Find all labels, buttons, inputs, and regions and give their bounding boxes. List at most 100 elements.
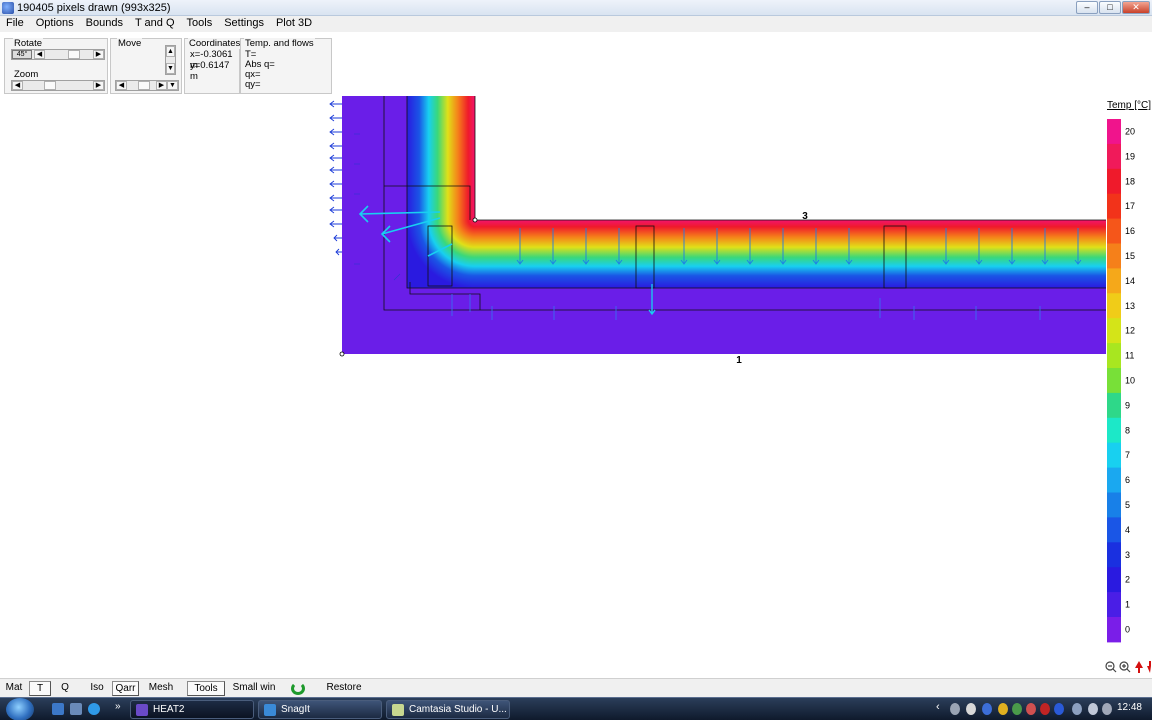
coordinates-group: Coordinates x=-0.3061 m y=0.6147 m (184, 38, 242, 94)
zoom-left-arrow[interactable]: ◀ (12, 81, 23, 90)
browser-icon[interactable] (88, 703, 100, 715)
legend-tick-label: 1 (1125, 600, 1130, 610)
move-horizontal-scrollbar[interactable]: ◀ ▶ ▼ (115, 80, 179, 91)
tray-icon-7[interactable] (1040, 703, 1050, 715)
view-tools[interactable] (1105, 661, 1151, 673)
move-down-small-arrow[interactable]: ▼ (167, 81, 178, 90)
task-heat2[interactable]: HEAT2 (130, 700, 254, 719)
legend-tick-label: 7 (1125, 450, 1130, 460)
menu-options[interactable]: Options (30, 16, 80, 32)
zoom-right-arrow[interactable]: ▶ (93, 81, 104, 90)
tray-icon-5[interactable] (1012, 703, 1022, 715)
mat-button[interactable]: Mat (2, 681, 26, 696)
move-up-arrow[interactable]: ▲ (166, 46, 175, 57)
arrow-up-icon[interactable] (1135, 661, 1143, 673)
legend-swatch (1107, 268, 1121, 294)
legend-swatch (1107, 119, 1121, 145)
maximize-button[interactable]: □ (1099, 1, 1121, 14)
zoom-scrollbar[interactable]: ◀ ▶ (11, 80, 105, 91)
control-panel: Rotate 45° ◀ ▶ Zoom ◀ ▶ Move ▲ ▼ ◀ ▶ ▼ C… (0, 32, 1152, 94)
show-desktop-icon[interactable] (52, 703, 64, 715)
menu-t-and-q[interactable]: T and Q (129, 16, 181, 32)
restore-button[interactable]: Restore (326, 681, 362, 696)
legend-tick-label: 15 (1125, 251, 1135, 261)
quicklaunch-more-icon[interactable]: » (115, 701, 121, 712)
menu-file[interactable]: File (0, 16, 30, 32)
tray-icon-2[interactable] (966, 703, 976, 715)
move-right-arrow[interactable]: ▶ (156, 81, 167, 90)
move-vertical-scrollbar[interactable]: ▲ ▼ (165, 45, 176, 75)
legend-tick-label: 20 (1125, 126, 1135, 136)
legend-swatch (1107, 368, 1121, 394)
legend-labels: 20191817161514131211109876543210 (1125, 126, 1135, 634)
menu-bounds[interactable]: Bounds (80, 16, 129, 32)
legend-swatch (1107, 143, 1121, 170)
window-switch-icon[interactable] (70, 703, 82, 715)
move-left-arrow[interactable]: ◀ (116, 81, 127, 90)
zoom-thumb[interactable] (44, 81, 56, 90)
tools-button[interactable]: Tools (187, 681, 225, 696)
start-button[interactable] (6, 698, 34, 720)
legend-swatch (1107, 243, 1121, 269)
close-button[interactable]: ✕ (1122, 1, 1150, 14)
zoom-in-icon[interactable] (1119, 661, 1131, 673)
tray-expand-icon[interactable]: ‹ (936, 701, 940, 713)
coordinates-label: Coordinates (188, 38, 242, 49)
tray-icon-3[interactable] (982, 703, 992, 715)
rotate-right-arrow[interactable]: ▶ (93, 50, 104, 59)
shield-icon[interactable] (998, 703, 1008, 715)
camtasia-app-icon (392, 704, 404, 716)
legend-swatch (1107, 218, 1121, 244)
bluetooth-icon[interactable] (1054, 703, 1064, 715)
move-down-arrow[interactable]: ▼ (166, 63, 175, 74)
rotate-scrollbar[interactable]: 45° ◀ ▶ (11, 49, 105, 60)
menu-plot-3d[interactable]: Plot 3D (270, 16, 318, 32)
network-icon[interactable] (1072, 703, 1082, 715)
q-button[interactable]: Q (55, 681, 75, 696)
legend-swatch (1107, 517, 1121, 543)
menu-bar: File Options Bounds T and Q Tools Settin… (0, 16, 1152, 32)
menu-tools[interactable]: Tools (181, 16, 219, 32)
legend-tick-label: 17 (1125, 201, 1135, 211)
refresh-icon[interactable] (291, 682, 305, 695)
iso-button[interactable]: Iso (86, 681, 108, 696)
window-title: 190405 pixels drawn (993x325) (17, 2, 171, 14)
task-camtasia[interactable]: Camtasia Studio - U... (386, 700, 510, 719)
legend-tick-label: 11 (1125, 351, 1134, 361)
t-button[interactable]: T (29, 681, 51, 696)
volume-icon[interactable] (1088, 703, 1098, 715)
rotate-thumb[interactable] (68, 50, 80, 59)
tray-icon-6[interactable] (1026, 703, 1036, 715)
legend-swatch (1107, 542, 1121, 568)
small-win-button[interactable]: Small win (232, 681, 276, 696)
boundary-label-3: 3 (802, 211, 808, 222)
move-group: Move ▲ ▼ ◀ ▶ ▼ (110, 38, 182, 94)
arrow-down-icon[interactable] (1147, 661, 1151, 673)
mesh-button[interactable]: Mesh (146, 681, 176, 696)
corner-fill (407, 220, 475, 288)
minimize-button[interactable]: – (1076, 1, 1098, 14)
qarr-button[interactable]: Qarr (112, 681, 139, 696)
horizontal-slab (475, 220, 1106, 288)
rotate-45-button[interactable]: 45° (12, 50, 32, 59)
legend-tick-label: 4 (1125, 525, 1130, 535)
legend-tick-label: 10 (1125, 375, 1135, 385)
move-label: Move (117, 38, 143, 49)
legend-tick-label: 19 (1125, 151, 1135, 161)
tray-icon-1[interactable] (950, 703, 960, 715)
move-thumb[interactable] (138, 81, 150, 90)
legend-tick-label: 5 (1125, 500, 1130, 510)
task-snagit[interactable]: SnagIt (258, 700, 382, 719)
legend-title: Temp [°C] (1107, 100, 1151, 111)
zoom-out-icon[interactable] (1105, 661, 1117, 673)
plot-canvas[interactable]: 3 1 Temp [°C] 20 19 18 17 16 15 14 13 12 11 10 9 8 7 6… (0, 94, 1152, 678)
title-bar: 190405 pixels drawn (993x325) – □ ✕ (0, 0, 1152, 16)
rotate-label: Rotate (13, 38, 43, 49)
temperature-field-plot[interactable]: 3 1 Temp [°C] 20191817161514131211109876… (0, 94, 1152, 678)
menu-settings[interactable]: Settings (218, 16, 270, 32)
tray-icon-11[interactable] (1102, 703, 1112, 715)
temp-qy-value: qy= (245, 79, 261, 90)
boundary-label-1: 1 (736, 355, 742, 366)
rotate-left-arrow[interactable]: ◀ (34, 50, 45, 59)
legend-tick-label: 14 (1125, 276, 1135, 286)
